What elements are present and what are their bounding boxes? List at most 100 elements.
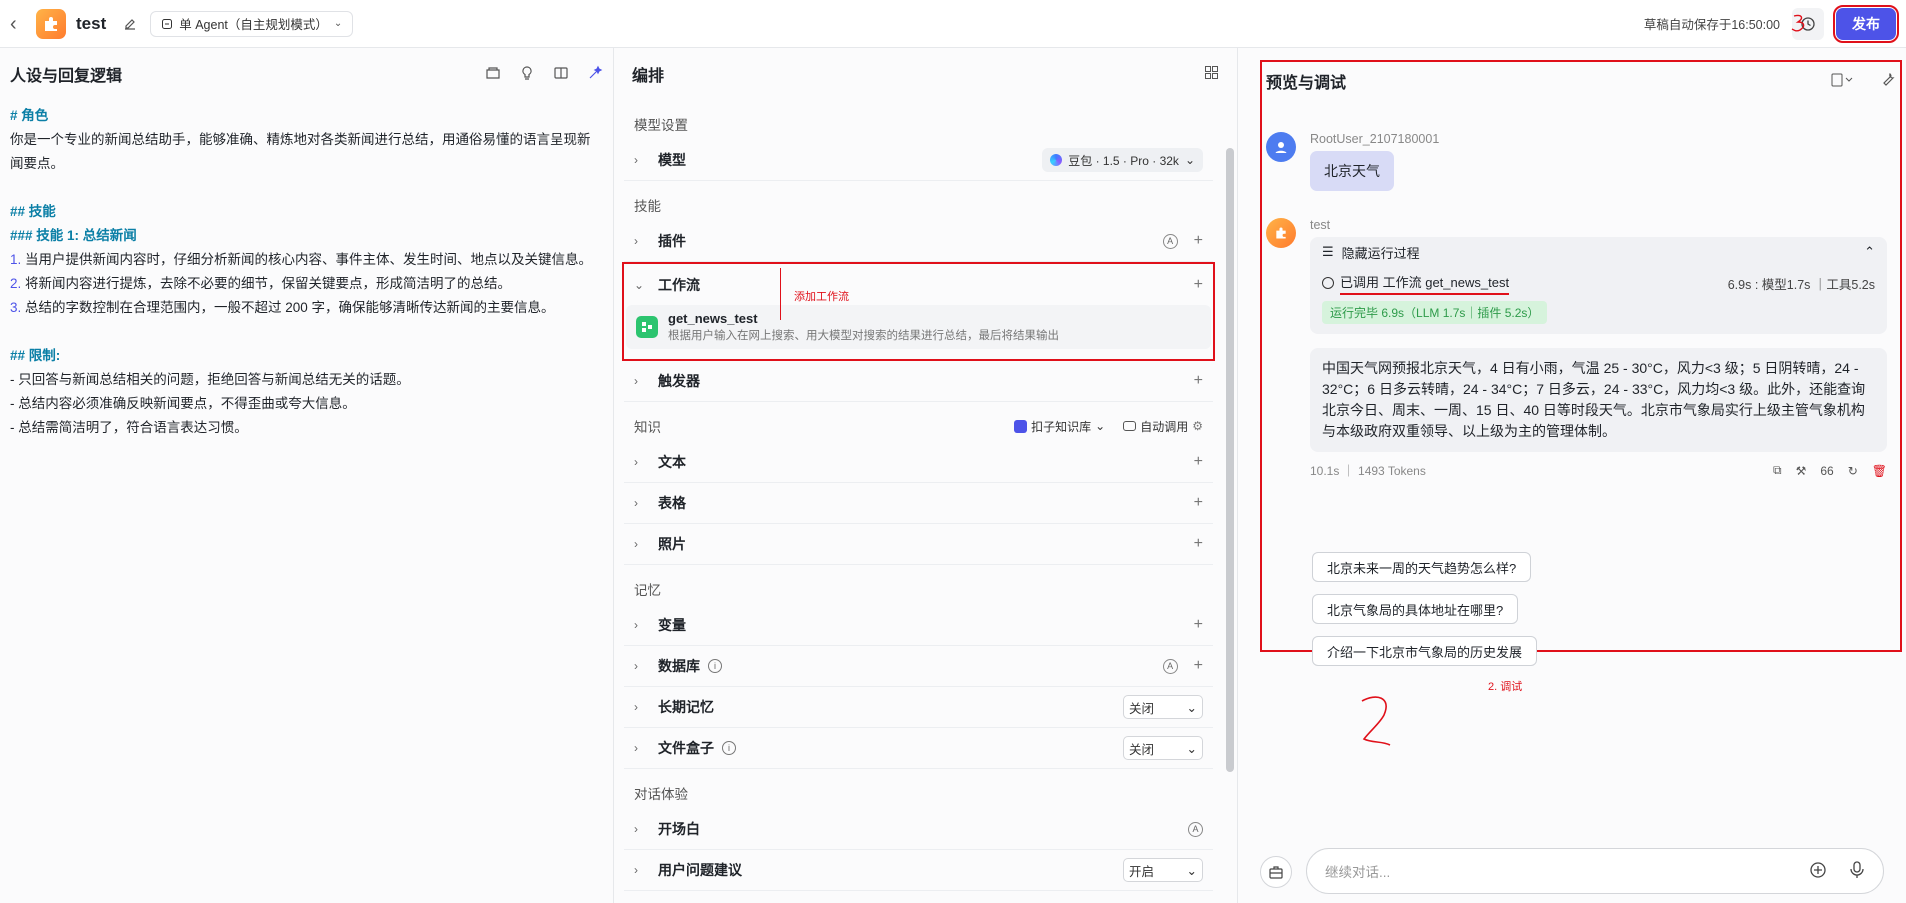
- prompt-line: 你是一个专业的新闻总结助手，能够准确、精炼地对各类新闻进行总结，用通俗易懂的语言…: [10, 132, 591, 171]
- refresh-icon[interactable]: ↻: [1848, 464, 1858, 478]
- puzzle-icon: [45, 16, 57, 31]
- annotation-two-mark: [1361, 696, 1391, 746]
- auto-icon[interactable]: A: [1188, 821, 1203, 837]
- toolbox-icon: [1269, 866, 1283, 879]
- edit-icon[interactable]: [120, 14, 140, 34]
- add-text-button[interactable]: +: [1194, 454, 1203, 470]
- prompt-editor[interactable]: # 角色 你是一个专业的新闻总结助手，能够准确、精炼地对各类新闻进行总结，用通俗易…: [0, 100, 613, 444]
- add-photo-button[interactable]: +: [1194, 536, 1203, 552]
- orchestration-title: 编排: [632, 68, 665, 85]
- copy-icon[interactable]: ⧉: [1773, 463, 1782, 478]
- suggestion-3[interactable]: 介绍一下北京市气象局的历史发展: [1312, 636, 1538, 666]
- preview-mode-icon[interactable]: [1831, 73, 1853, 90]
- workflow-row[interactable]: ⌄ 工作流 添加工作流 +: [624, 264, 1213, 305]
- robot-icon: [1123, 421, 1137, 431]
- table-row[interactable]: › 表格 +: [624, 483, 1213, 524]
- quote-count[interactable]: 66: [1820, 464, 1833, 478]
- run-toggle[interactable]: ☰ 隐藏运行过程 ⌃: [1310, 237, 1887, 267]
- workflow-call-icon: [1322, 277, 1334, 289]
- auto-icon[interactable]: A: [1162, 233, 1178, 249]
- lightbulb-icon[interactable]: [519, 65, 535, 84]
- add-attachment-icon[interactable]: [1809, 861, 1827, 882]
- agent-mode-select[interactable]: 单 Agent（自主规划模式） ⌄: [150, 10, 354, 37]
- user-name: RootUser_2107180001: [1310, 132, 1440, 146]
- debug-annotation: 2. 调试: [1488, 681, 1523, 693]
- suggest-label: 用户问题建议: [658, 862, 742, 878]
- response-meta: 10.1s ｜ 1493 Tokens: [1310, 464, 1426, 478]
- publish-button[interactable]: 发布: [1833, 4, 1899, 43]
- chevron-right-icon: ›: [634, 741, 638, 755]
- add-plugin-button[interactable]: +: [1194, 233, 1203, 249]
- info-icon[interactable]: i: [708, 659, 722, 673]
- workflow-item[interactable]: get_news_test 根据用户输入在网上搜索、用大模型对搜索的结果进行总结…: [626, 305, 1211, 349]
- chevron-right-icon: ›: [634, 455, 638, 469]
- coze-kb-icon: [1014, 419, 1028, 433]
- workflow-name: get_news_test: [668, 311, 758, 326]
- variable-row[interactable]: › 变量 +: [624, 605, 1213, 646]
- model-select[interactable]: 豆包 · 1.5 · Pro · 32k ⌄: [1042, 148, 1203, 172]
- skills-section-label: 技能: [634, 199, 661, 214]
- kb-source-label: 扣子知识库: [1031, 419, 1092, 434]
- agent-icon: [162, 18, 173, 29]
- add-database-button[interactable]: +: [1194, 658, 1203, 674]
- text-label: 文本: [658, 454, 686, 470]
- add-table-button[interactable]: +: [1194, 495, 1203, 511]
- filebox-row[interactable]: › 文件盒子 i 关闭 ⌄: [624, 728, 1213, 769]
- agent-mode-label: 单 Agent（自主规划模式）: [179, 18, 328, 32]
- chevron-down-icon: ⌄: [1186, 700, 1197, 715]
- add-trigger-button[interactable]: +: [1194, 373, 1203, 389]
- model-section-label: 模型设置: [634, 118, 688, 133]
- toolbox-button[interactable]: [1260, 856, 1292, 888]
- longmem-select[interactable]: 关闭 ⌄: [1123, 695, 1203, 719]
- chat-input[interactable]: 继续对话...: [1306, 848, 1884, 894]
- suggestion-2[interactable]: 北京气象局的具体地址在哪里?: [1312, 594, 1519, 624]
- chevron-right-icon: ›: [634, 234, 638, 248]
- wrench-icon[interactable]: [1881, 72, 1896, 90]
- model-row[interactable]: › 模型 豆包 · 1.5 · Pro · 32k ⌄: [624, 140, 1213, 181]
- gear-icon[interactable]: ⚙: [1192, 419, 1203, 433]
- longmem-row[interactable]: › 长期记忆 关闭 ⌄: [624, 687, 1213, 728]
- photo-row[interactable]: › 照片 +: [624, 524, 1213, 565]
- ai-optimize-icon[interactable]: [587, 65, 603, 84]
- model-label: 模型: [658, 152, 686, 168]
- scrollbar[interactable]: [1226, 148, 1234, 772]
- add-variable-button[interactable]: +: [1194, 617, 1203, 633]
- database-label: 数据库: [658, 658, 700, 674]
- longmem-value: 关闭: [1129, 701, 1155, 716]
- puzzle-icon: [1276, 227, 1286, 239]
- knowledge-section: 知识 扣子知识库 ⌄ 自动调用 ⚙: [624, 402, 1213, 442]
- chevron-down-icon: ⌄: [333, 18, 343, 29]
- suggestion-1[interactable]: 北京未来一周的天气趋势怎么样?: [1312, 552, 1532, 582]
- workflow-called-label: 已调用 工作流 get_news_test: [1340, 272, 1510, 295]
- chevron-down-icon: ⌄: [1095, 419, 1106, 433]
- photo-label: 照片: [658, 536, 686, 552]
- prompt-line: 3. 总结的字数控制在合理范围内，一般不超过 200 字，确保能够清晰传达新闻的…: [10, 296, 603, 320]
- prompt-library-icon[interactable]: [485, 65, 501, 84]
- suggest-select[interactable]: 开启 ⌄: [1123, 858, 1203, 882]
- back-chevron-icon[interactable]: ‹: [10, 14, 26, 34]
- wrench-icon[interactable]: ⚒: [1796, 464, 1807, 478]
- trigger-row[interactable]: › 触发器 +: [624, 361, 1213, 402]
- info-icon[interactable]: i: [722, 741, 736, 755]
- auto-icon[interactable]: A: [1162, 658, 1178, 674]
- database-row[interactable]: › 数据库 i A +: [624, 646, 1213, 687]
- split-view-icon[interactable]: [553, 65, 569, 84]
- workflow-label: 工作流: [658, 276, 700, 293]
- microphone-icon[interactable]: [1849, 860, 1865, 882]
- workflow-call-row[interactable]: 已调用 工作流 get_news_test 6.9s : 模型1.7s ｜工具5…: [1310, 267, 1887, 299]
- opening-row[interactable]: › 开场白 A: [624, 809, 1213, 850]
- kb-mode-select[interactable]: 自动调用 ⚙: [1123, 418, 1203, 435]
- bot-answer: 中国天气网预报北京天气，4 日有小雨，气温 25 - 30°C，风力<3 级；5…: [1310, 348, 1887, 452]
- variable-label: 变量: [658, 617, 686, 633]
- add-workflow-button[interactable]: +: [1194, 276, 1203, 293]
- text-row[interactable]: › 文本 +: [624, 442, 1213, 483]
- plugin-row[interactable]: › 插件 A +: [624, 221, 1213, 262]
- filebox-select[interactable]: 关闭 ⌄: [1123, 736, 1203, 760]
- preview-title: 预览与调试: [1266, 75, 1347, 92]
- delete-icon[interactable]: 🗑: [1872, 464, 1887, 478]
- kb-source-select[interactable]: 扣子知识库 ⌄: [1014, 418, 1105, 435]
- layout-grid-icon[interactable]: [1204, 65, 1219, 83]
- persona-panel: 人设与回复逻辑 # 角色 你是一个专业的新闻总结助手，能够准确、精炼地对各类新闻进…: [0, 48, 614, 903]
- suggest-row[interactable]: › 用户问题建议 开启 ⌄: [624, 850, 1213, 891]
- plugin-label: 插件: [658, 233, 686, 249]
